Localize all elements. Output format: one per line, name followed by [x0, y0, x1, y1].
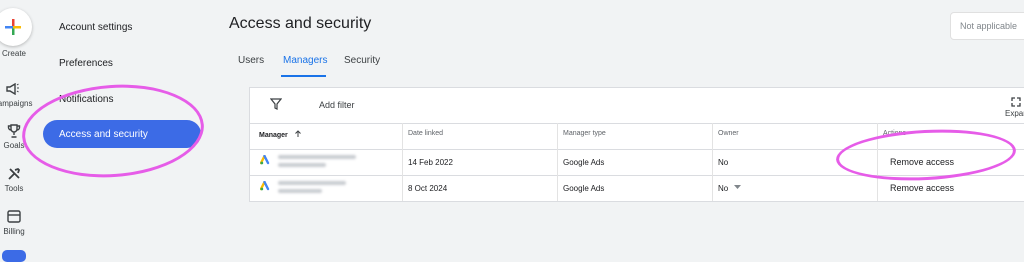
column-divider	[712, 123, 713, 201]
tab-security[interactable]: Security	[344, 55, 380, 66]
google-ads-logo-icon	[260, 181, 270, 191]
megaphone-icon	[0, 82, 32, 98]
filter-icon[interactable]	[269, 97, 283, 115]
table-header-top-border	[249, 123, 1024, 124]
rail-create-label: Create	[1, 49, 26, 58]
billing-icon	[0, 210, 34, 226]
rail-item-campaigns[interactable]: Campaigns	[0, 82, 32, 108]
google-ads-logo-icon	[260, 155, 270, 165]
manager-type-cell: Google Ads	[563, 184, 605, 193]
blurred-manager-name	[278, 181, 346, 185]
tab-managers[interactable]: Managers	[283, 55, 327, 66]
expand-label[interactable]: Expand	[1005, 109, 1024, 118]
rail-campaigns-label: Campaigns	[0, 99, 33, 108]
highlight-ellipse	[19, 78, 207, 184]
owner-dropdown[interactable]: No	[718, 184, 742, 193]
manager-type-cell: Google Ads	[563, 158, 605, 167]
status-box: Not applicable	[950, 12, 1024, 40]
create-button[interactable]	[0, 8, 32, 46]
rail-item-create[interactable]: Create	[0, 48, 34, 58]
nav-account-settings[interactable]: Account settings	[59, 22, 132, 33]
column-divider	[402, 123, 403, 201]
date-linked-cell: 8 Oct 2024	[408, 184, 448, 193]
active-tab-indicator	[281, 75, 326, 77]
add-filter-button[interactable]: Add filter	[319, 100, 355, 110]
dropdown-arrow-icon	[734, 185, 742, 189]
owner-dropdown-value: No	[718, 184, 729, 193]
arrow-up-icon	[294, 130, 301, 137]
blurred-manager-id	[278, 163, 326, 167]
column-header-date-linked: Date linked	[408, 130, 444, 137]
column-header-manager-label: Manager	[259, 132, 288, 139]
rail-next-item[interactable]	[2, 250, 26, 262]
page-title: Access and security	[229, 15, 372, 32]
date-linked-cell: 14 Feb 2022	[408, 158, 453, 167]
column-header-owner: Owner	[718, 130, 739, 137]
column-header-manager[interactable]: Manager	[259, 130, 302, 139]
owner-cell: No	[718, 158, 729, 167]
column-divider	[557, 123, 558, 201]
remove-access-button[interactable]: Remove access	[890, 183, 954, 193]
blurred-manager-id	[278, 189, 322, 193]
blurred-manager-name	[278, 155, 356, 159]
column-header-manager-type: Manager type	[563, 130, 606, 137]
rail-item-tools[interactable]: Tools	[0, 167, 34, 193]
tools-icon	[0, 167, 34, 183]
rail-item-billing[interactable]: Billing	[0, 210, 34, 236]
plus-multicolor-icon	[5, 19, 21, 35]
rail-tools-label: Tools	[4, 184, 24, 193]
nav-preferences[interactable]: Preferences	[59, 58, 113, 69]
tab-users[interactable]: Users	[238, 55, 264, 66]
rail-billing-label: Billing	[3, 227, 25, 236]
